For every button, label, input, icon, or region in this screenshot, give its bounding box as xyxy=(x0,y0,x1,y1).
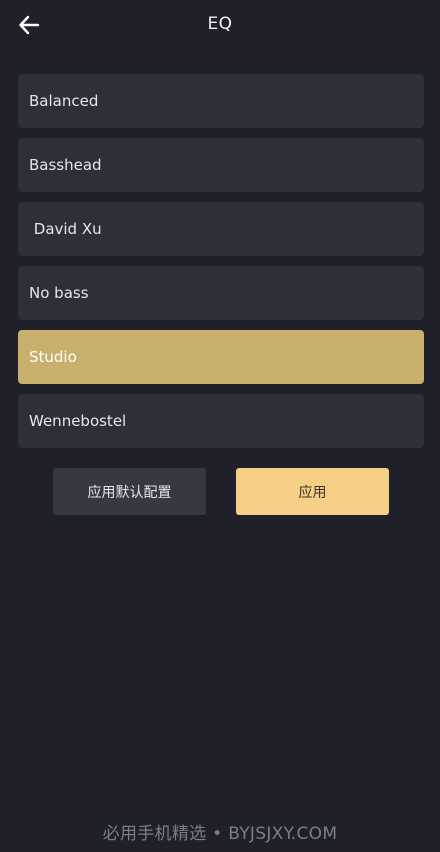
preset-item-balanced[interactable]: Balanced xyxy=(18,74,424,128)
watermark-text: 必用手机精选 • BYJSJXY.COM xyxy=(102,824,338,844)
eq-preset-list: Balanced Basshead David Xu No bass Studi… xyxy=(18,74,424,458)
preset-label: Basshead xyxy=(29,156,102,174)
apply-button[interactable]: 应用 xyxy=(236,468,389,515)
preset-item-basshead[interactable]: Basshead xyxy=(18,138,424,192)
preset-item-david-xu[interactable]: David Xu xyxy=(18,202,424,256)
page-title: EQ xyxy=(207,14,233,34)
apply-default-button[interactable]: 应用默认配置 xyxy=(53,468,206,515)
preset-label: Studio xyxy=(29,348,77,366)
preset-item-no-bass[interactable]: No bass xyxy=(18,266,424,320)
action-bar: 应用默认配置 应用 xyxy=(0,468,440,516)
preset-label: Balanced xyxy=(29,92,99,110)
preset-item-wennebostel[interactable]: Wennebostel xyxy=(18,394,424,448)
preset-label: No bass xyxy=(29,284,89,302)
preset-label: David Xu xyxy=(29,220,102,238)
top-bar: EQ xyxy=(0,0,440,50)
preset-label: Wennebostel xyxy=(29,412,127,430)
preset-item-studio[interactable]: Studio xyxy=(18,330,424,384)
